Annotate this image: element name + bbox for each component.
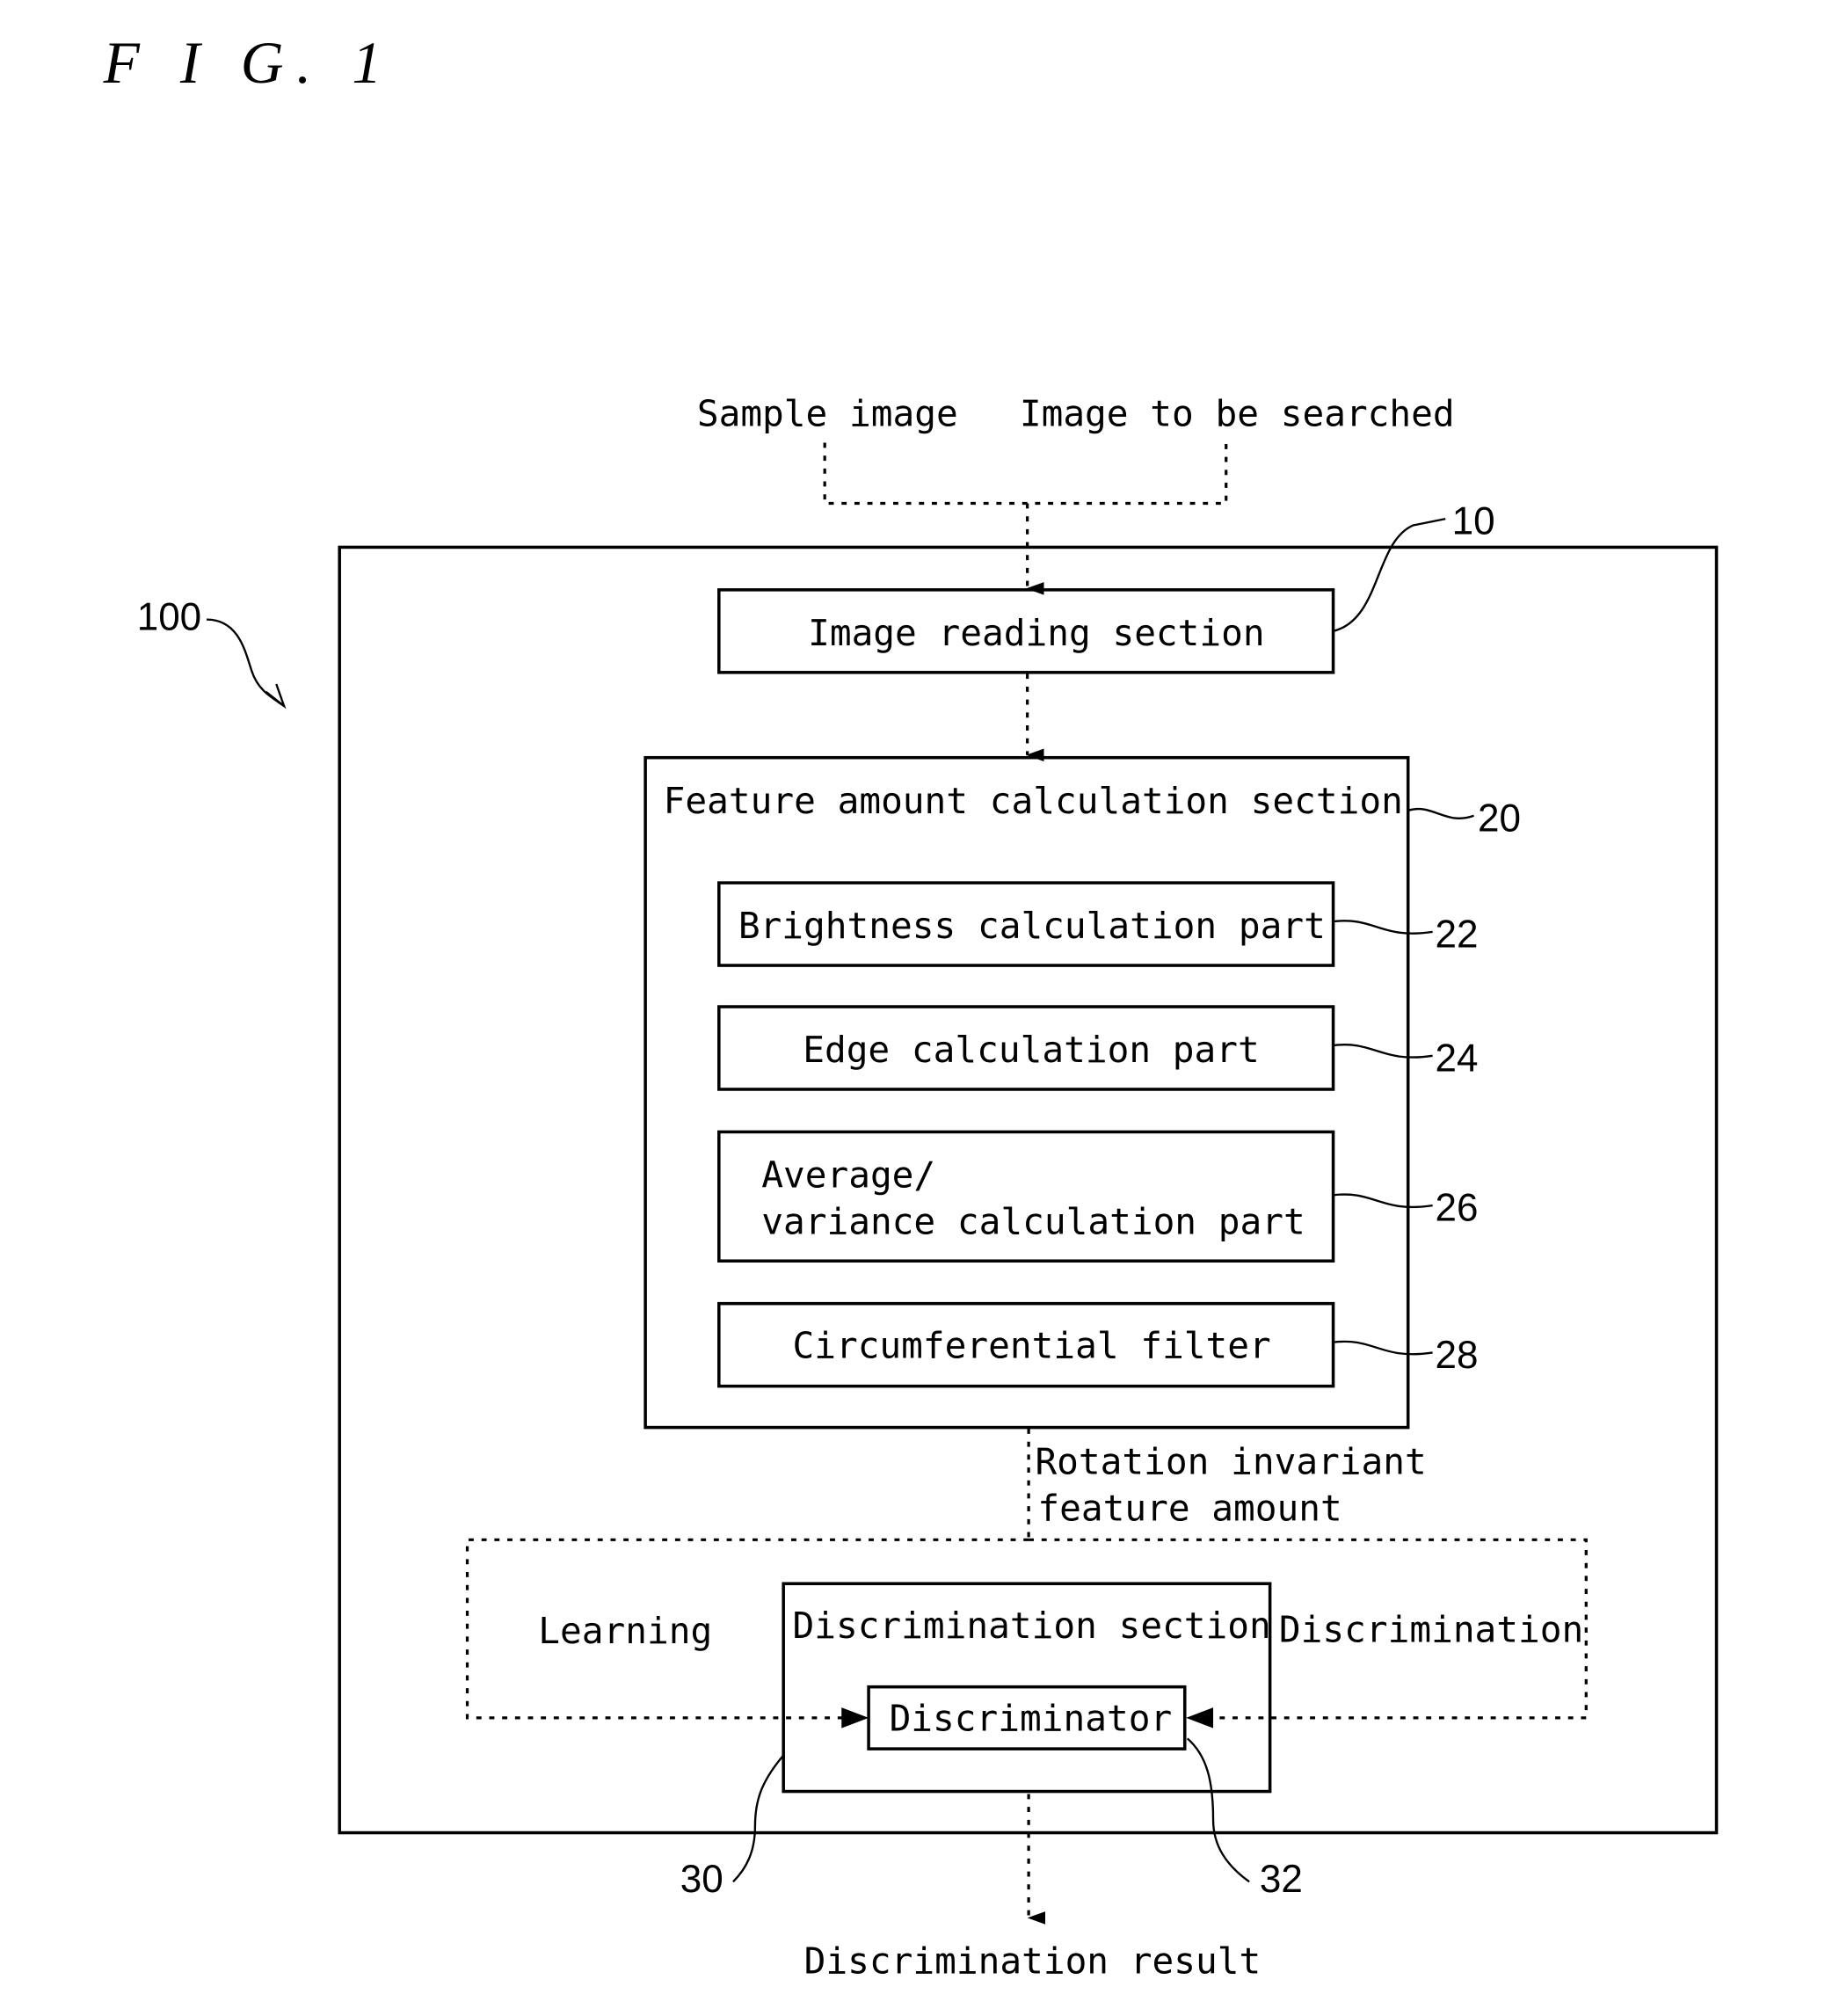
brightness-ref: 22: [1436, 913, 1479, 957]
brightness-calc-label: Brightness calculation part: [738, 905, 1326, 947]
discrimination-section-leader: [732, 1754, 785, 1883]
discrimination-arrowhead-icon: [1186, 1707, 1214, 1729]
system-leader-arrow: [206, 618, 285, 707]
figure-title: F I G. 1: [103, 30, 395, 96]
image-reading-leader: [1333, 517, 1446, 632]
learning-arrowhead-icon: [841, 1707, 869, 1729]
discrimination-label: Discrimination: [1279, 1608, 1583, 1650]
discrimination-section-label: Discrimination section: [792, 1605, 1270, 1647]
circumferential-filter-label: Circumferential filter: [792, 1324, 1270, 1366]
circ-filter-ref: 28: [1436, 1334, 1479, 1377]
input-merge-line: [823, 442, 1228, 506]
avg-variance-ref: 26: [1436, 1187, 1479, 1230]
image-reading-ref: 10: [1452, 500, 1495, 543]
feature-output-label-line2: feature amount: [1037, 1487, 1341, 1529]
edge-ref: 24: [1436, 1037, 1479, 1080]
discrimination-result-label: Discrimination result: [804, 1940, 1262, 1983]
block-diagram: F I G. 1 Sample image Image to be search…: [103, 30, 1719, 1983]
image-to-search-label: Image to be searched: [1020, 392, 1455, 434]
discriminator-leader: [1186, 1737, 1250, 1883]
brightness-leader: [1333, 920, 1433, 935]
system-ref: 100: [137, 595, 201, 638]
feature-output-label-line1: Rotation invariant: [1035, 1440, 1426, 1482]
feature-calc-leader: [1407, 808, 1474, 819]
avg-variance-label-line1: Average/: [761, 1154, 935, 1197]
edge-calc-label: Edge calculation part: [803, 1029, 1260, 1071]
discriminator-ref: 32: [1260, 1858, 1303, 1901]
avg-variance-label-line2: variance calculation part: [761, 1200, 1305, 1242]
feature-calc-ref: 20: [1478, 797, 1521, 840]
edge-leader: [1333, 1044, 1433, 1059]
discrimination-section-ref: 30: [680, 1858, 723, 1901]
avg-variance-leader: [1333, 1193, 1433, 1209]
image-reading-label: Image reading section: [808, 612, 1265, 654]
learning-label: Learning: [538, 1610, 712, 1652]
circ-filter-leader: [1333, 1340, 1433, 1356]
feature-calc-label: Feature amount calculation section: [664, 780, 1403, 822]
sample-image-label: Sample image: [697, 392, 958, 434]
system-arrowhead-icon: [265, 683, 287, 710]
discriminator-label: Discriminator: [890, 1698, 1173, 1740]
